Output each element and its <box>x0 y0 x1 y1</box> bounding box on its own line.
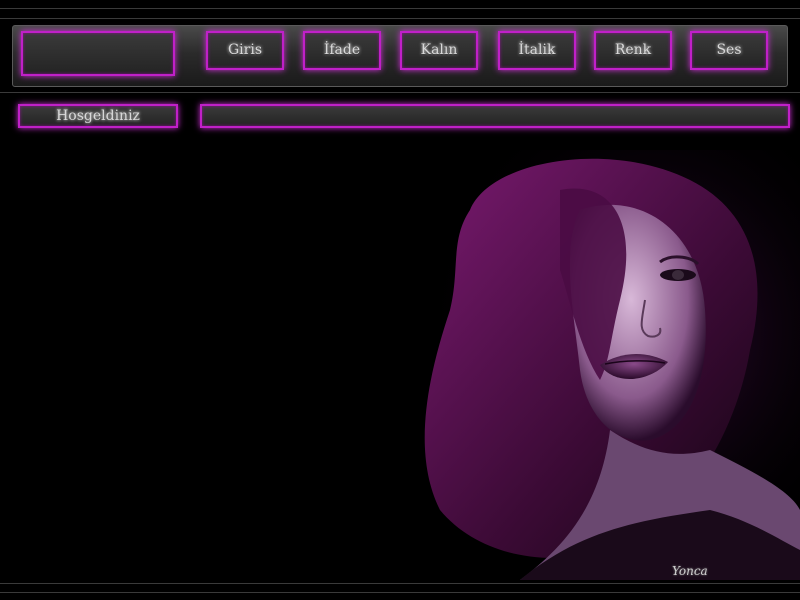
top-toolbar: Giris İfade Kalın İtalik Renk Ses <box>12 25 788 87</box>
woman-portrait-graphic <box>410 150 800 580</box>
nav-button-italik[interactable]: İtalik <box>498 31 576 70</box>
bottom-rule <box>0 583 800 584</box>
top-rule-2 <box>0 18 800 19</box>
top-rule <box>0 8 800 9</box>
marquee-bar <box>200 104 790 128</box>
welcome-label: Hosgeldiniz <box>18 104 178 128</box>
signature-text: Yonca <box>672 564 708 578</box>
nav-button-ifade[interactable]: İfade <box>303 31 381 70</box>
nav-button-kalin[interactable]: Kalın <box>400 31 478 70</box>
logo-box <box>21 31 175 76</box>
nav-button-ses[interactable]: Ses <box>690 31 768 70</box>
nav-button-giris[interactable]: Giris <box>206 31 284 70</box>
bottom-rule-2 <box>0 592 800 593</box>
nav-button-renk[interactable]: Renk <box>594 31 672 70</box>
portrait-image <box>410 150 800 580</box>
mid-rule <box>0 92 800 93</box>
